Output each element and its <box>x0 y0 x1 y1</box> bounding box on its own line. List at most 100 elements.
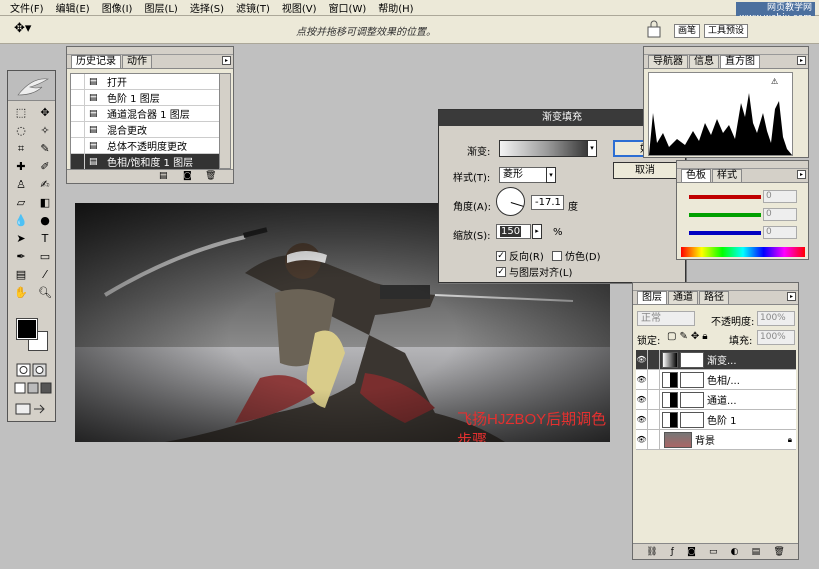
new-set-icon[interactable]: ▭ <box>709 547 718 557</box>
tab-histogram[interactable]: 直方图 <box>720 55 760 68</box>
blend-mode-select[interactable]: 正常 <box>637 311 695 326</box>
layers-palette-titlebar[interactable] <box>633 283 798 291</box>
history-source-checkbox[interactable] <box>71 106 85 121</box>
menu-select[interactable]: 选择(S) <box>184 0 230 15</box>
history-scrollbar[interactable] <box>219 73 231 169</box>
history-item[interactable]: ▤ 打开 <box>71 74 219 90</box>
layer-link-slot[interactable] <box>648 430 660 449</box>
history-item[interactable]: ▤ 色相/饱和度 1 图层 <box>71 154 219 170</box>
palette-menu-icon[interactable]: ▸ <box>787 292 796 301</box>
histogram-palette-titlebar[interactable] <box>644 47 808 55</box>
green-value[interactable]: 0 <box>763 208 797 221</box>
dither-checkbox[interactable]: 仿色(D) <box>552 248 601 263</box>
tab-channels[interactable]: 通道 <box>668 291 698 304</box>
palette-menu-icon[interactable]: ▸ <box>797 56 806 65</box>
scale-input[interactable]: 150 <box>496 224 531 239</box>
eyedropper-tool-icon[interactable]: ⁄ <box>35 266 55 283</box>
menu-view[interactable]: 视图(V) <box>276 0 323 15</box>
visibility-eye-icon[interactable]: 👁︎ <box>636 390 648 409</box>
marquee-tool-icon[interactable]: ⬚ <box>11 104 31 121</box>
eraser-tool-icon[interactable]: ▱ <box>11 194 31 211</box>
magic-wand-tool-icon[interactable]: ✧ <box>35 122 55 139</box>
menu-filter[interactable]: 滤镜(T) <box>230 0 276 15</box>
new-layer-icon[interactable]: ▤ <box>752 547 761 557</box>
pen-tool-icon[interactable]: ✒ <box>11 248 31 265</box>
move-tool-preset-icon[interactable]: ✥▾ <box>14 21 38 39</box>
tool-presets-tab[interactable]: 工具预设 <box>704 24 749 38</box>
dodge-tool-icon[interactable]: ● <box>35 212 55 229</box>
hand-tool-icon[interactable]: ✋ <box>11 284 31 301</box>
tab-navigator[interactable]: 导航器 <box>648 55 688 68</box>
quick-mask-icon[interactable] <box>16 363 48 377</box>
color-spectrum-bar[interactable] <box>681 247 805 257</box>
menu-layer[interactable]: 图层(L) <box>138 0 183 15</box>
notes-tool-icon[interactable]: ▤ <box>11 266 31 283</box>
history-source-checkbox[interactable] <box>71 122 85 137</box>
gradient-tool-icon[interactable]: ◧ <box>35 194 55 211</box>
layer-row[interactable]: 👁︎ 背景 🔒︎ <box>636 430 796 450</box>
history-brush-tool-icon[interactable]: ✍ <box>35 176 55 193</box>
move-tool-icon[interactable]: ✥ <box>35 104 55 121</box>
history-item[interactable]: ▤ 色阶 1 图层 <box>71 90 219 106</box>
foreground-color-swatch[interactable] <box>16 318 38 340</box>
layer-link-slot[interactable] <box>648 410 660 429</box>
healing-brush-tool-icon[interactable]: ✚ <box>11 158 31 175</box>
menu-window[interactable]: 窗口(W) <box>323 0 373 15</box>
visibility-eye-icon[interactable]: 👁︎ <box>636 430 648 449</box>
blue-slider[interactable] <box>689 231 761 235</box>
menu-image[interactable]: 图像(I) <box>96 0 139 15</box>
zoom-tool-icon[interactable]: 🔍︎ <box>35 284 55 301</box>
link-layers-icon[interactable]: ⛓ <box>646 547 657 557</box>
history-source-checkbox[interactable] <box>71 90 85 105</box>
align-with-layer-checkbox[interactable]: ✓ 与图层对齐(L) <box>496 264 572 279</box>
layer-style-icon[interactable]: ƒ <box>671 547 674 557</box>
tab-layers[interactable]: 图层 <box>637 291 667 304</box>
layer-row[interactable]: 👁︎ 通道... <box>636 390 796 410</box>
history-item[interactable]: ▤ 总体不透明度更改 <box>71 138 219 154</box>
adjustment-layer-icon[interactable]: ◐ <box>731 547 739 557</box>
clone-stamp-tool-icon[interactable]: ♙ <box>11 176 31 193</box>
new-document-icon[interactable]: ▤ <box>159 171 168 181</box>
tab-info[interactable]: 信息 <box>689 55 719 68</box>
palette-menu-icon[interactable]: ▸ <box>222 56 231 65</box>
trash-icon[interactable]: 🗑︎ <box>773 547 784 557</box>
blur-tool-icon[interactable]: 💧 <box>11 212 31 229</box>
path-selection-tool-icon[interactable]: ➤ <box>11 230 31 247</box>
visibility-eye-icon[interactable]: 👁︎ <box>636 410 648 429</box>
menu-help[interactable]: 帮助(H) <box>372 0 419 15</box>
style-dropdown-icon[interactable]: ▾ <box>546 167 556 183</box>
color-palette-titlebar[interactable] <box>677 161 808 169</box>
lock-icons[interactable]: ▢✎✥🔒︎ <box>667 331 711 342</box>
tab-paths[interactable]: 路径 <box>699 291 729 304</box>
history-source-checkbox[interactable] <box>71 138 85 153</box>
layer-link-slot[interactable] <box>648 370 660 389</box>
screen-mode-icon[interactable] <box>14 381 52 395</box>
menu-file[interactable]: 文件(F) <box>4 0 50 15</box>
snapshot-icon[interactable]: ◙ <box>183 171 192 181</box>
tab-swatches[interactable]: 色板 <box>681 169 711 182</box>
menu-edit[interactable]: 编辑(E) <box>50 0 96 15</box>
type-tool-icon[interactable]: T <box>35 230 55 247</box>
tab-history[interactable]: 历史记录 <box>71 55 121 68</box>
brush-tool-icon[interactable]: ✐ <box>35 158 55 175</box>
blue-value[interactable]: 0 <box>763 226 797 239</box>
layer-row[interactable]: 👁︎ 色阶 1 <box>636 410 796 430</box>
history-source-checkbox[interactable] <box>71 154 85 169</box>
slice-tool-icon[interactable]: ✎ <box>35 140 55 157</box>
lasso-tool-icon[interactable]: ◌ <box>11 122 31 139</box>
history-palette-titlebar[interactable] <box>67 47 233 55</box>
cancel-button[interactable]: 取消 <box>613 162 677 179</box>
visibility-eye-icon[interactable]: 👁︎ <box>636 370 648 389</box>
history-source-checkbox[interactable] <box>71 74 85 89</box>
scale-slider-icon[interactable]: ▸ <box>532 224 542 239</box>
angle-dial[interactable] <box>496 187 525 216</box>
crop-tool-icon[interactable]: ⌗ <box>11 140 31 157</box>
brush-tab[interactable]: 画笔 <box>674 24 701 38</box>
visibility-eye-icon[interactable]: 👁︎ <box>636 350 648 369</box>
red-value[interactable]: 0 <box>763 190 797 203</box>
history-item[interactable]: ▤ 通道混合器 1 图层 <box>71 106 219 122</box>
layer-link-slot[interactable] <box>648 350 660 369</box>
jump-to-imageready-icon[interactable] <box>14 401 52 417</box>
shape-tool-icon[interactable]: ▭ <box>35 248 55 265</box>
layer-row[interactable]: 👁︎ 渐变... <box>636 350 796 370</box>
